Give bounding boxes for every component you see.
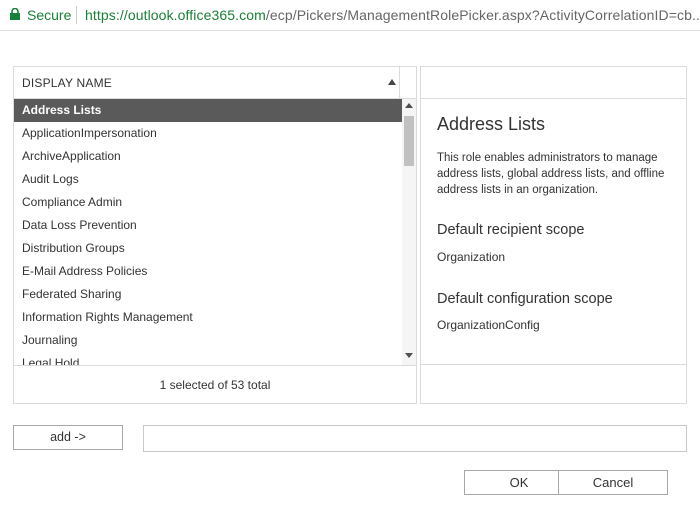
list-item[interactable]: Address Lists	[14, 99, 402, 122]
role-list-panel: DISPLAY NAME Address Lists ApplicationIm…	[13, 66, 417, 404]
list-item[interactable]: Distribution Groups	[14, 237, 402, 260]
details-description: This role enables administrators to mana…	[437, 152, 665, 196]
details-footer-divider	[421, 364, 686, 365]
selected-roles-field[interactable]	[143, 425, 687, 452]
address-bar[interactable]: Secure https://outlook.office365.com/ecp…	[0, 0, 700, 31]
list-item[interactable]: Compliance Admin	[14, 191, 402, 214]
list-item[interactable]: Data Loss Prevention	[14, 214, 402, 237]
list-item[interactable]: E-Mail Address Policies	[14, 260, 402, 283]
list-item[interactable]: ApplicationImpersonation	[14, 122, 402, 145]
recipient-scope-heading: Default recipient scope	[437, 222, 585, 238]
selection-count: 1 selected of 53 total	[14, 365, 416, 404]
scroll-up-icon[interactable]	[405, 103, 413, 108]
column-header-label: DISPLAY NAME	[22, 76, 112, 90]
cancel-button[interactable]: Cancel	[558, 470, 668, 495]
list-scrollbar[interactable]	[402, 99, 416, 365]
url-path: /ecp/Pickers/ManagementRolePicker.aspx?A…	[265, 7, 700, 23]
list-item[interactable]: Federated Sharing	[14, 283, 402, 306]
list-item[interactable]: Legal Hold	[14, 352, 402, 365]
list-item[interactable]: Information Rights Management	[14, 306, 402, 329]
list-item[interactable]: ArchiveApplication	[14, 145, 402, 168]
column-header-display-name[interactable]: DISPLAY NAME	[14, 67, 416, 99]
config-scope-heading: Default configuration scope	[437, 291, 613, 307]
scroll-down-icon[interactable]	[405, 353, 413, 358]
url-text[interactable]: https://outlook.office365.com/ecp/Picker…	[85, 7, 700, 23]
add-button[interactable]: add ->	[13, 425, 123, 450]
config-scope-value: OrganizationConfig	[437, 318, 540, 332]
details-title: Address Lists	[437, 114, 546, 134]
details-panel: Address Lists This role enables administ…	[420, 98, 687, 404]
secure-label: Secure	[27, 7, 72, 23]
address-separator	[76, 6, 77, 24]
details-header-box	[420, 66, 687, 99]
scrollbar-thumb[interactable]	[404, 116, 414, 166]
recipient-scope-value: Organization	[437, 250, 506, 264]
lock-icon	[10, 8, 20, 20]
list-item[interactable]: Journaling	[14, 329, 402, 352]
url-host: https://outlook.office365.com	[85, 7, 266, 23]
sort-ascending-icon[interactable]	[388, 79, 396, 85]
role-list[interactable]: Address Lists ApplicationImpersonation A…	[14, 99, 402, 365]
list-item[interactable]: Audit Logs	[14, 168, 402, 191]
header-divider	[399, 67, 400, 98]
